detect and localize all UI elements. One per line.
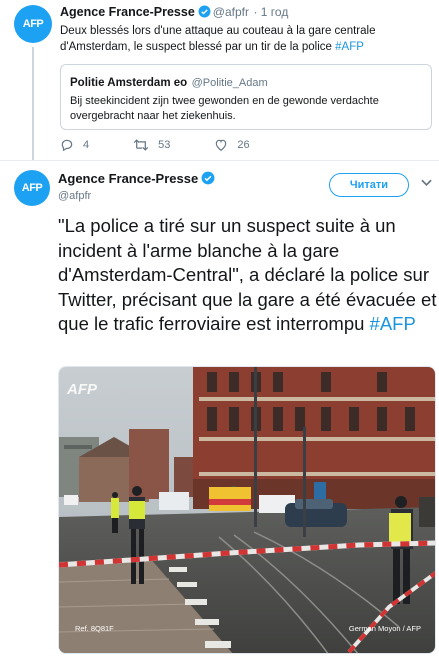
tweet-text: Deux blessés lors d'une attaque au coute… <box>60 23 432 55</box>
quote-author-name: Politie Amsterdam eo <box>70 77 188 89</box>
quote-author-handle: @Politie_Adam <box>191 77 268 89</box>
retweet-count: 53 <box>158 139 171 151</box>
follow-button[interactable]: Читати <box>329 173 409 197</box>
tweet-photo[interactable]: AFP Ref. 8Q81F German Moyon / AFP <box>58 366 436 654</box>
tweet-time[interactable]: · 1 год <box>253 5 288 19</box>
tweet-1: Agence France-Presse @afpfr · 1 год Deux … <box>60 3 432 55</box>
tweet-2-header: Agence France-Presse @afpfr <box>58 170 217 202</box>
retweet-button[interactable]: 53 <box>133 138 170 152</box>
quote-text: Bij steekincident zijn twee gewonden en … <box>70 95 379 122</box>
author-name[interactable]: Agence France-Presse <box>58 171 198 186</box>
like-button[interactable]: 26 <box>214 138 250 152</box>
hashtag-link[interactable]: #AFP <box>335 41 364 53</box>
avatar-logo-text: AFP <box>22 18 44 30</box>
tweet-divider <box>0 160 439 161</box>
chevron-down-icon[interactable] <box>421 179 432 187</box>
photo-credit: German Moyon / AFP <box>348 624 421 633</box>
reply-icon <box>61 139 73 152</box>
afp-watermark: AFP <box>67 381 97 398</box>
like-count: 26 <box>237 139 250 151</box>
avatar[interactable]: AFP <box>14 5 52 43</box>
verified-icon <box>198 5 211 18</box>
thread-line <box>32 47 34 161</box>
heart-icon <box>216 139 227 151</box>
retweet-icon <box>133 139 149 151</box>
reply-count: 4 <box>83 139 90 151</box>
author-handle[interactable]: @afpfr <box>58 190 217 202</box>
reply-button[interactable]: 4 <box>60 138 89 152</box>
hashtag-link[interactable]: #AFP <box>370 313 416 334</box>
author-handle[interactable]: @afpfr <box>213 5 249 19</box>
photo-ref: Ref. 8Q81F <box>75 624 114 633</box>
tweet-text-body: Deux blessés lors d'une attaque au coute… <box>60 25 376 53</box>
verified-icon <box>201 171 215 185</box>
avatar[interactable]: AFP <box>14 170 50 206</box>
photo-image <box>59 367 435 653</box>
avatar-logo-text: AFP <box>21 182 43 194</box>
author-name[interactable]: Agence France-Presse <box>60 5 195 19</box>
tweet-actions: 4 53 26 <box>60 138 294 152</box>
quoted-tweet[interactable]: Politie Amsterdam eo @Politie_Adam Bij s… <box>60 64 432 130</box>
tweet-text: "La police a tiré sur un suspect suite à… <box>58 214 438 337</box>
